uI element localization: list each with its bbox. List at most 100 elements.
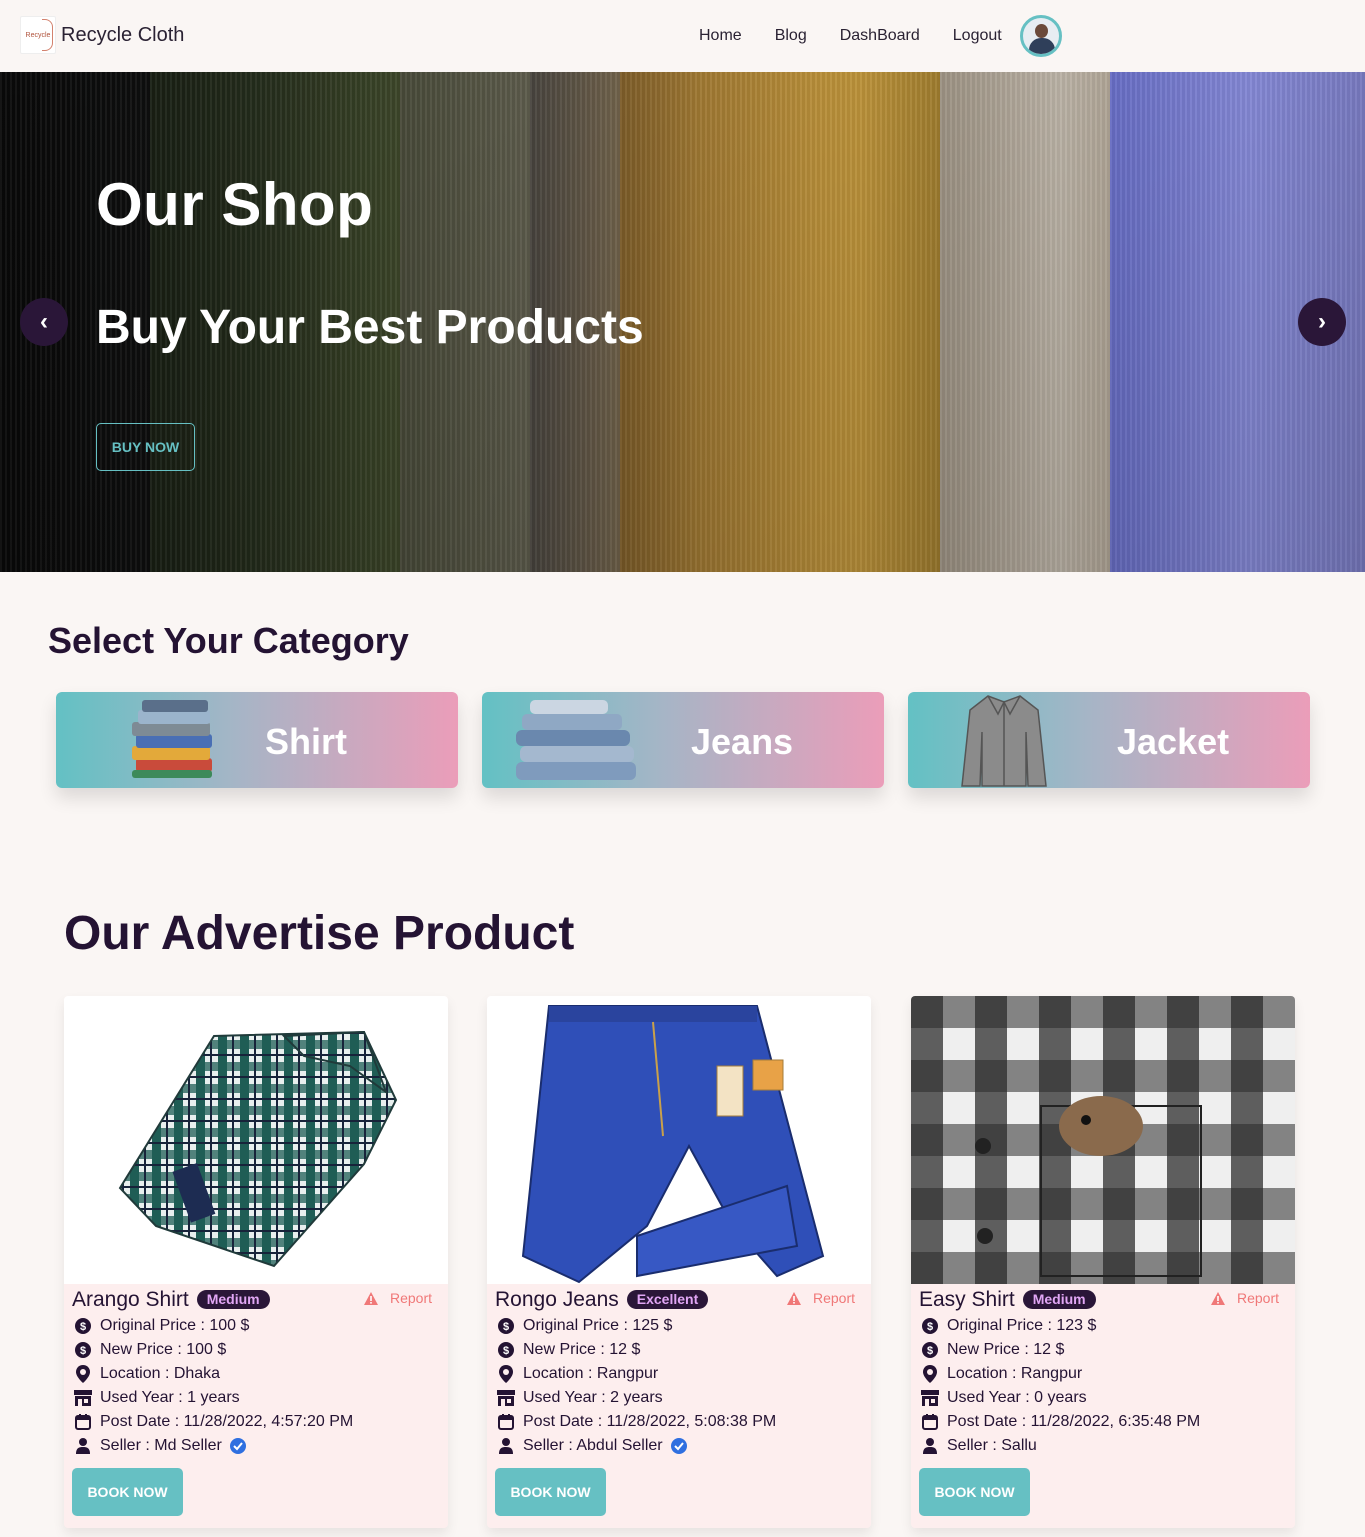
info-post-date: Post Date : 11/28/2022, 5:08:38 PM (497, 1412, 776, 1432)
carousel-prev-button[interactable]: ‹ (20, 298, 68, 346)
info-original-price: $ Original Price : 125 $ (497, 1316, 672, 1336)
verified-badge-icon (229, 1438, 246, 1454)
product-image[interactable] (911, 996, 1295, 1284)
svg-text:$: $ (927, 1345, 933, 1357)
buy-now-button[interactable]: BUY NOW (96, 423, 195, 471)
product-card: Rongo Jeans Excellent Report $ Original Pric… (487, 996, 871, 1528)
hero-title: Our Shop (96, 171, 374, 238)
hero-subtitle: Buy Your Best Products (96, 301, 644, 354)
info-used-year: Used Year : 2 years (497, 1388, 663, 1408)
store-icon (497, 1389, 515, 1407)
jeans-stack-icon (516, 700, 636, 780)
brand-name: Recycle Cloth (61, 23, 185, 46)
location-pin-icon (497, 1365, 515, 1383)
store-icon (74, 1389, 92, 1407)
nav-home[interactable]: Home (699, 26, 742, 46)
report-label: Report (390, 1290, 433, 1306)
used-year-text: Used Year : 0 years (947, 1389, 1087, 1406)
condition-badge: Medium (196, 1290, 270, 1309)
report-label: Report (813, 1290, 856, 1306)
original-price-text: Original Price : 125 $ (523, 1317, 673, 1334)
dollar-icon: $ (497, 1341, 515, 1359)
dollar-icon: $ (497, 1317, 515, 1335)
info-seller: Seller : Abdul Seller (497, 1436, 687, 1456)
new-price-text: New Price : 12 $ (947, 1341, 1065, 1358)
dollar-icon: $ (74, 1341, 92, 1359)
location-text: Location : Dhaka (100, 1365, 221, 1382)
category-label-jacket: Jacket (1117, 721, 1230, 762)
avatar-head (1035, 24, 1048, 38)
category-label-jeans: Jeans (691, 721, 794, 762)
user-icon (921, 1437, 939, 1455)
seller-text: Seller : Md Seller (100, 1437, 222, 1454)
dollar-icon: $ (921, 1341, 939, 1359)
product-title: Rongo Jeans (495, 1288, 619, 1311)
nav-logout[interactable]: Logout (953, 26, 1002, 46)
book-now-button[interactable]: BOOK NOW (919, 1468, 1030, 1516)
info-location: Location : Rangpur (497, 1364, 658, 1384)
hero-carousel: Our Shop Buy Your Best Products BUY NOW … (0, 72, 1365, 572)
condition-badge: Excellent (626, 1290, 709, 1309)
nav-links: Home Blog DashBoard Logout (699, 26, 1035, 46)
product-title: Arango Shirt (72, 1288, 189, 1311)
info-seller: Seller : Sallu (921, 1436, 1037, 1456)
nav-blog[interactable]: Blog (775, 26, 807, 46)
svg-text:$: $ (503, 1345, 509, 1357)
book-now-button[interactable]: BOOK NOW (72, 1468, 183, 1516)
post-date-text: Post Date : 11/28/2022, 5:08:38 PM (523, 1413, 777, 1430)
info-location: Location : Dhaka (74, 1364, 220, 1384)
dollar-icon: $ (921, 1317, 939, 1335)
verified-badge-icon (670, 1438, 687, 1454)
store-icon (921, 1389, 939, 1407)
svg-text:$: $ (80, 1321, 86, 1333)
jacket-icon (961, 695, 1047, 787)
info-seller: Seller : Md Seller (74, 1436, 246, 1456)
info-new-price: $ New Price : 100 $ (74, 1340, 226, 1360)
info-location: Location : Rangpur (921, 1364, 1082, 1384)
category-card-shirt[interactable]: Shirt (56, 692, 458, 788)
report-button[interactable]: Report (1211, 1290, 1279, 1306)
product-name: Rongo Jeans Excellent (495, 1288, 709, 1312)
nav-dashboard[interactable]: DashBoard (840, 26, 920, 46)
product-image[interactable] (487, 996, 871, 1284)
product-name: Easy Shirt Medium (919, 1288, 1096, 1312)
info-new-price: $ New Price : 12 $ (921, 1340, 1064, 1360)
original-price-text: Original Price : 123 $ (947, 1317, 1097, 1334)
svg-text:$: $ (927, 1321, 933, 1333)
new-price-text: New Price : 12 $ (523, 1341, 641, 1358)
calendar-icon (921, 1413, 939, 1431)
report-button[interactable]: Report (787, 1290, 855, 1306)
warning-icon (364, 1291, 384, 1305)
category-card-jacket[interactable]: Jacket (908, 692, 1310, 788)
avatar-body (1029, 38, 1055, 54)
report-button[interactable]: Report (364, 1290, 432, 1306)
new-price-text: New Price : 100 $ (100, 1341, 227, 1358)
warning-icon (787, 1291, 807, 1305)
used-year-text: Used Year : 1 years (100, 1389, 240, 1406)
svg-text:$: $ (80, 1345, 86, 1357)
user-icon (74, 1437, 92, 1455)
dollar-icon: $ (74, 1317, 92, 1335)
navbar: Recycle Recycle Cloth Home Blog DashBoar… (0, 0, 1365, 72)
advertise-title: Our Advertise Product (64, 907, 575, 960)
category-label-shirt: Shirt (265, 721, 348, 762)
info-original-price: $ Original Price : 100 $ (74, 1316, 249, 1336)
brand[interactable]: Recycle Recycle Cloth (20, 16, 184, 54)
carousel-next-button[interactable]: › (1298, 298, 1346, 346)
used-year-text: Used Year : 2 years (523, 1389, 663, 1406)
calendar-icon (74, 1413, 92, 1431)
location-pin-icon (74, 1365, 92, 1383)
chevron-right-icon: › (1318, 308, 1326, 335)
product-image[interactable] (64, 996, 448, 1284)
category-card-jeans[interactable]: Jeans (482, 692, 884, 788)
brand-logo-text: Recycle (25, 31, 51, 39)
svg-text:$: $ (503, 1321, 509, 1333)
seller-text: Seller : Abdul Seller (523, 1437, 663, 1454)
info-post-date: Post Date : 11/28/2022, 4:57:20 PM (74, 1412, 353, 1432)
location-pin-icon (921, 1365, 939, 1383)
location-text: Location : Rangpur (523, 1365, 659, 1382)
category-title: Select Your Category (48, 620, 409, 661)
user-avatar[interactable] (1020, 15, 1062, 57)
brand-logo: Recycle (20, 16, 56, 54)
book-now-button[interactable]: BOOK NOW (495, 1468, 606, 1516)
